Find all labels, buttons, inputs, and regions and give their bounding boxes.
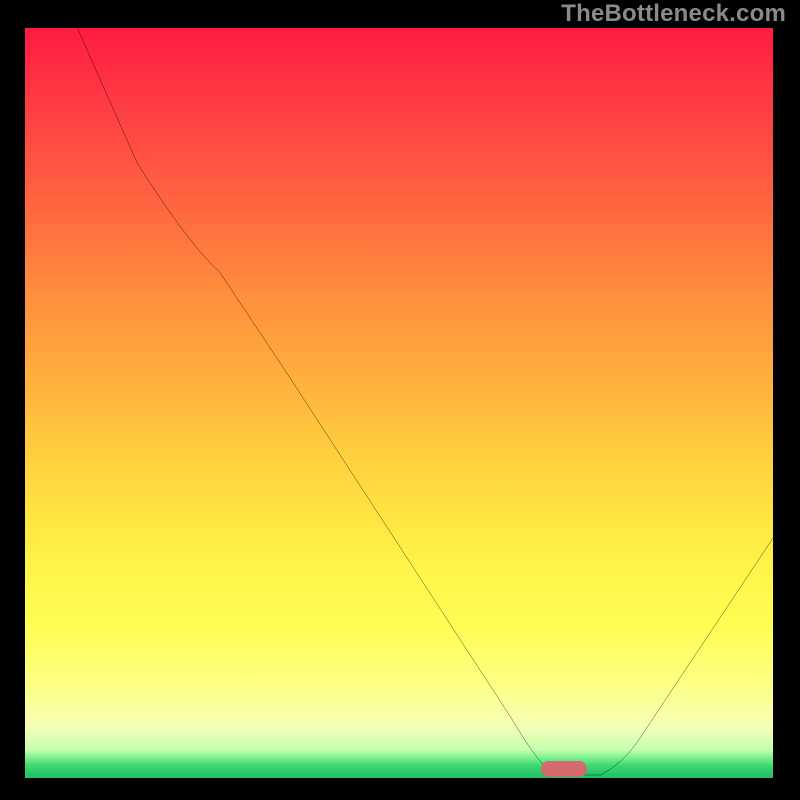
plot-area [25, 28, 773, 778]
watermark-text: TheBottleneck.com [561, 0, 786, 28]
chart-container: TheBottleneck.com [0, 0, 800, 800]
optimal-marker [541, 761, 587, 777]
bottleneck-curve [25, 28, 773, 778]
curve-path [77, 28, 773, 775]
